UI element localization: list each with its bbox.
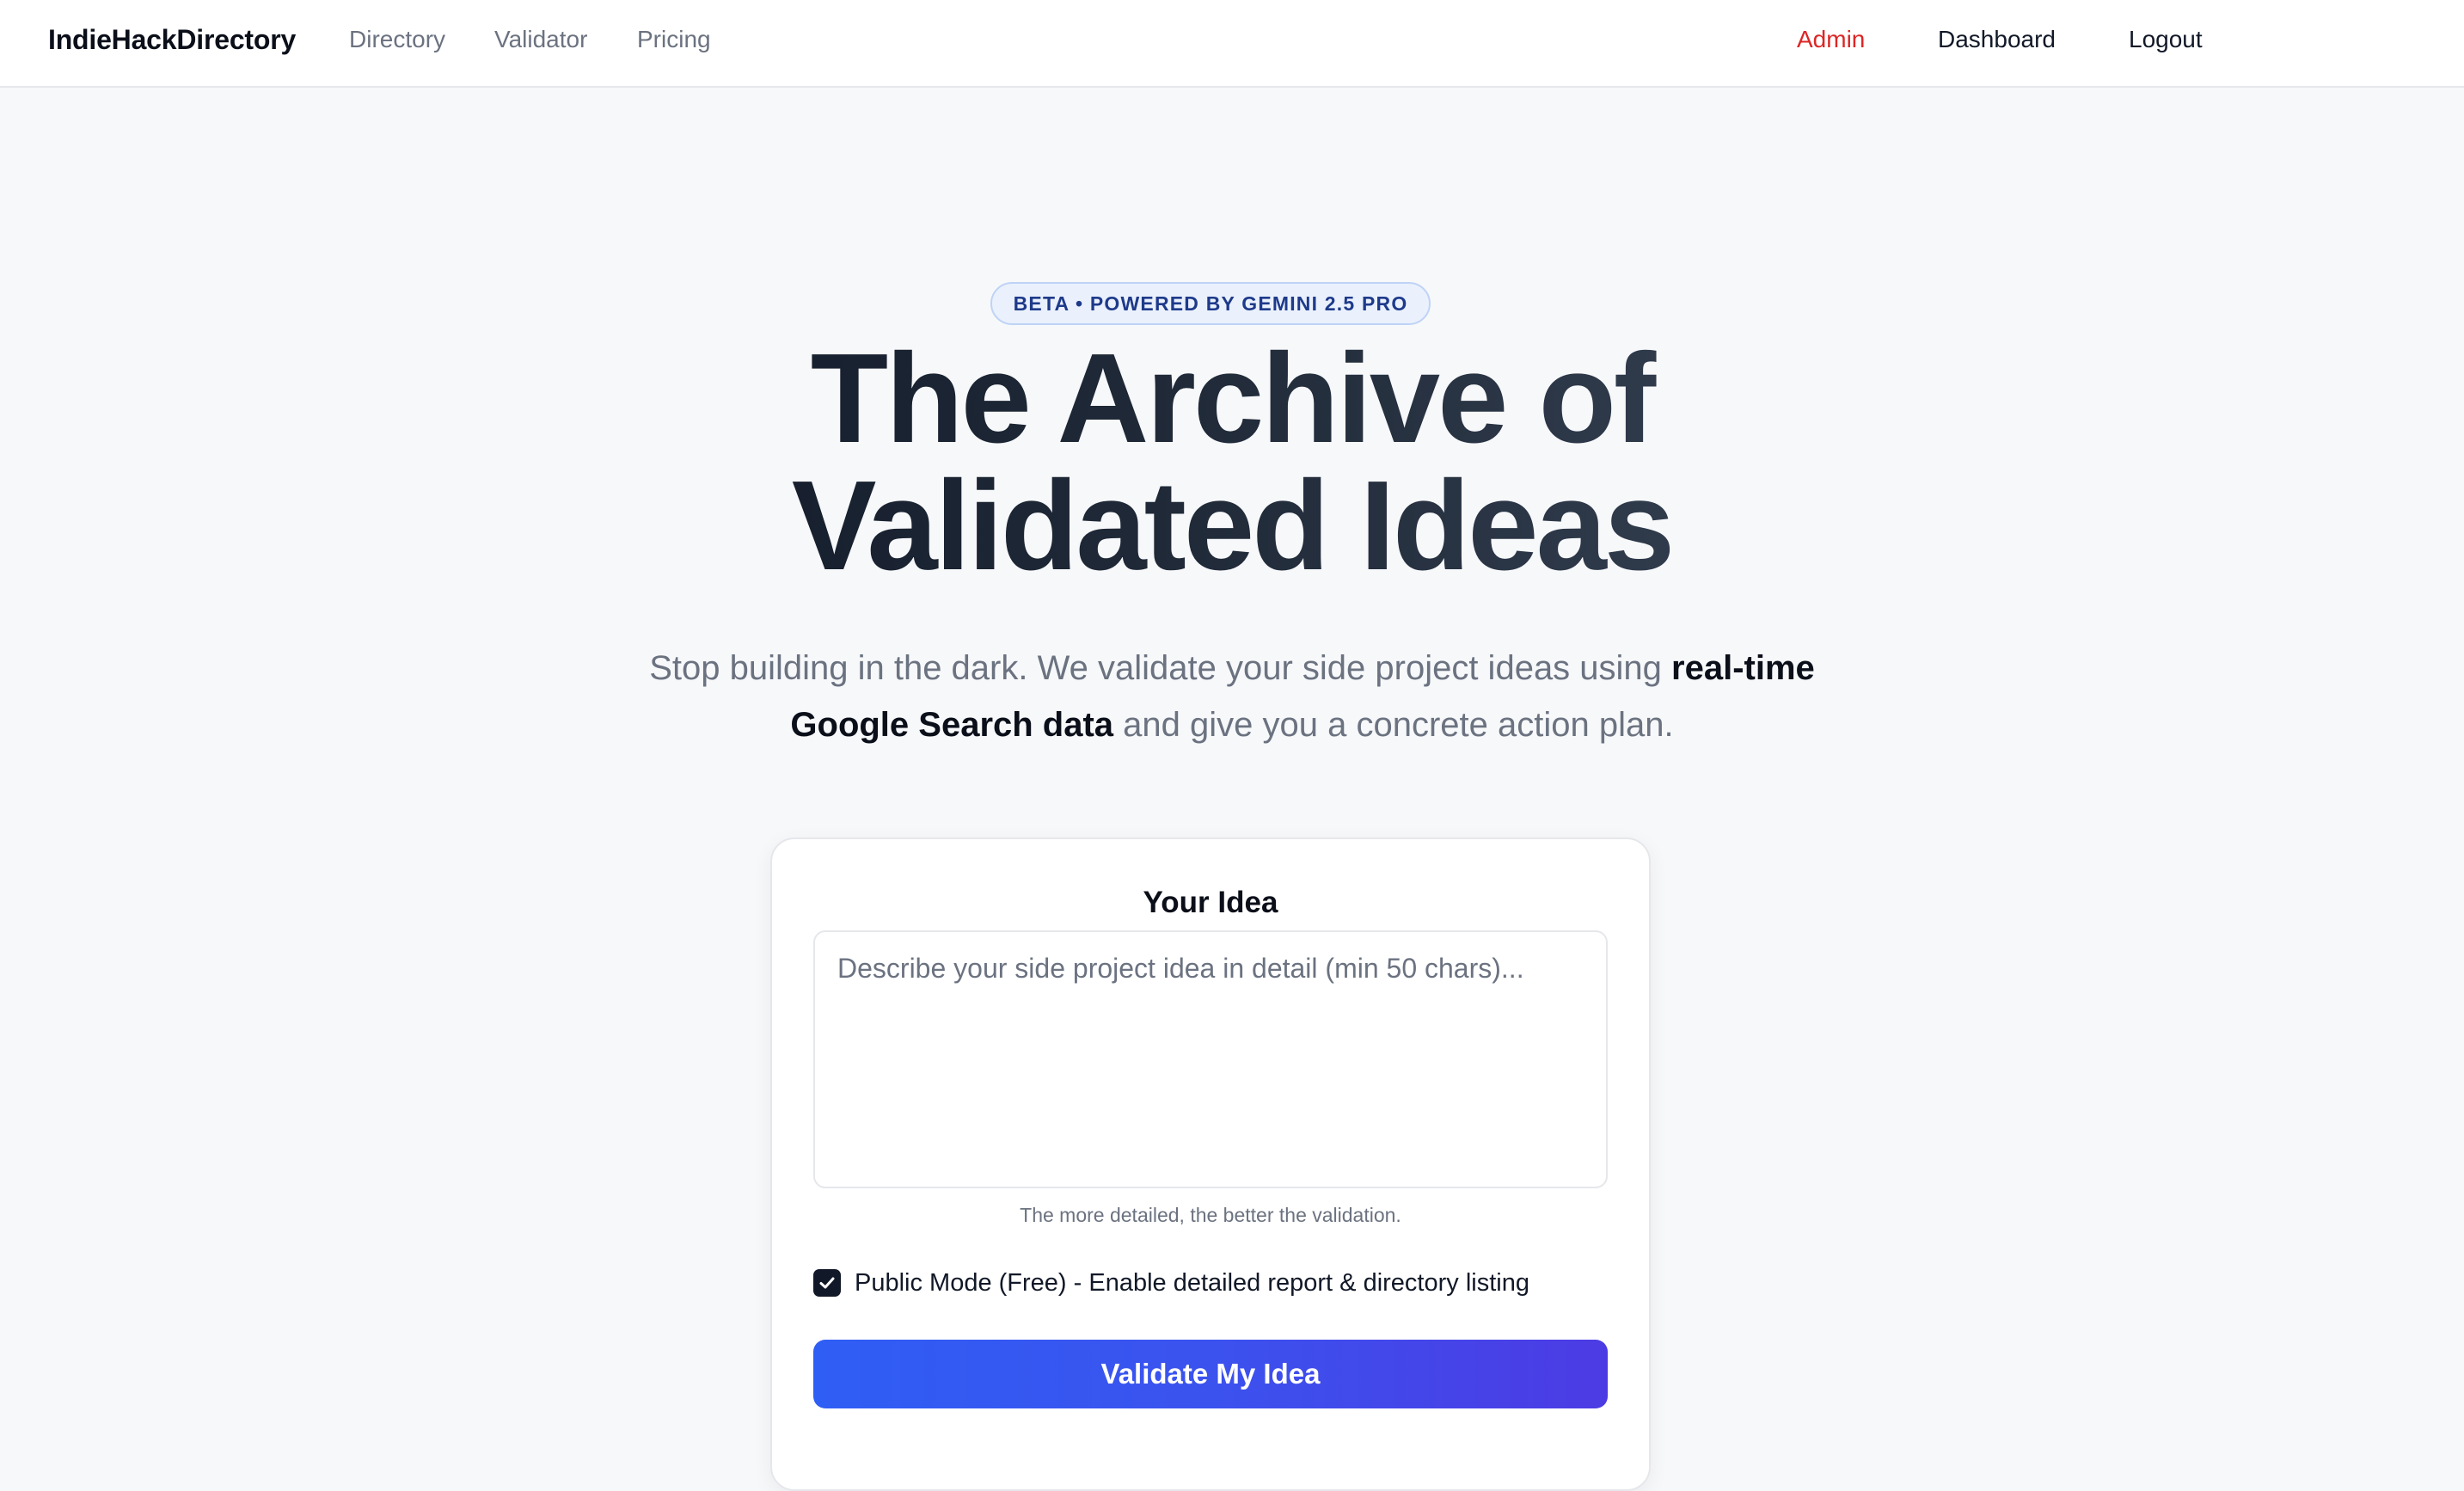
idea-form-title: Your Idea [1143, 886, 1278, 919]
nav-link-dashboard[interactable]: Dashboard [1938, 21, 2056, 58]
idea-textarea[interactable] [813, 930, 1608, 1188]
hero-title-line-2: Validated Ideas [791, 455, 1673, 597]
beta-badge: BETA • POWERED BY GEMINI 2.5 PRO [990, 282, 1431, 325]
validate-idea-button[interactable]: Validate My Idea [813, 1340, 1608, 1408]
nav-link-directory[interactable]: Directory [349, 21, 445, 58]
check-icon [819, 1277, 835, 1289]
idea-form-card: Your Idea The more detailed, the better … [770, 838, 1651, 1491]
nav-link-validator[interactable]: Validator [494, 21, 587, 58]
hero-subtitle: Stop building in the dark. We validate y… [630, 640, 1834, 753]
hero-title: The Archive of Validated Ideas [458, 335, 2006, 590]
public-mode-label: Public Mode (Free) - Enable detailed rep… [855, 1269, 1529, 1297]
top-navigation: IndieHackDirectory Directory Validator P… [0, 0, 2464, 88]
public-mode-toggle[interactable]: Public Mode (Free) - Enable detailed rep… [813, 1264, 1529, 1302]
nav-link-pricing[interactable]: Pricing [637, 21, 711, 58]
nav-link-admin[interactable]: Admin [1797, 21, 1865, 58]
idea-hint-text: The more detailed, the better the valida… [1020, 1204, 1401, 1226]
public-mode-checkbox[interactable] [813, 1269, 841, 1297]
subtitle-text-start: Stop building in the dark. We validate y… [649, 649, 1672, 687]
logout-button[interactable]: Logout [2129, 21, 2203, 58]
brand-logo[interactable]: IndieHackDirectory [48, 21, 296, 58]
subtitle-text-end: and give you a concrete action plan. [1113, 706, 1674, 744]
hero-title-line-1: The Archive of [810, 328, 1654, 469]
